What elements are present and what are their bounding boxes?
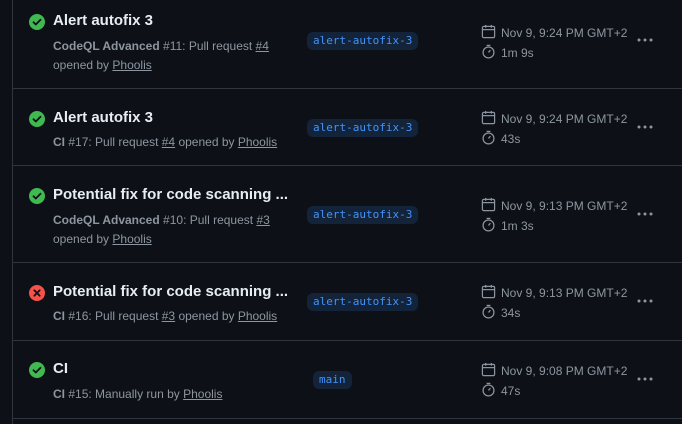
branch-label[interactable]: alert-autofix-3: [307, 293, 419, 311]
success-check-icon: [29, 188, 45, 204]
run-duration: 1m 9s: [501, 46, 534, 60]
run-subtitle: CodeQL Advanced #11: Pull request #4 ope…: [53, 37, 273, 75]
workflow-run-row[interactable]: Potential fix for code scanning ... CI #…: [13, 263, 682, 341]
trigger-text: : Manually run by: [88, 387, 184, 401]
run-subtitle: CI #16: Pull request #3 opened by Phooli…: [53, 307, 293, 326]
pull-request-link[interactable]: #3: [162, 309, 175, 323]
run-meta: Nov 9, 9:24 PM GMT+2 1m 9s: [481, 23, 627, 63]
workflow-run-row[interactable]: Alert autofix 3 CI #17: Pull request #4 …: [13, 89, 682, 166]
workflow-name: CI: [53, 135, 65, 149]
run-title-link[interactable]: Potential fix for code scanning ...: [53, 283, 293, 300]
run-duration: 47s: [501, 384, 521, 398]
stopwatch-icon: [481, 304, 501, 322]
run-meta: Nov 9, 9:08 PM GMT+2 47s: [481, 361, 627, 401]
stopwatch-icon: [481, 382, 501, 400]
actor-link[interactable]: Phoolis: [112, 58, 151, 72]
kebab-menu-icon[interactable]: [633, 369, 657, 389]
kebab-menu-icon[interactable]: [633, 30, 657, 50]
run-subtitle: CI #17: Pull request #4 opened by Phooli…: [53, 133, 293, 152]
calendar-icon: [481, 284, 501, 302]
branch-label[interactable]: alert-autofix-3: [307, 206, 419, 224]
trigger-text: : Pull request: [88, 135, 162, 149]
kebab-menu-icon[interactable]: [633, 117, 657, 137]
calendar-icon: [481, 197, 501, 215]
run-date: Nov 9, 9:13 PM GMT+2: [501, 286, 628, 300]
run-subtitle: CI #15: Manually run by Phoolis: [53, 385, 293, 404]
actor-link[interactable]: Phoolis: [183, 387, 222, 401]
actor-link[interactable]: Phoolis: [238, 135, 277, 149]
failure-x-icon: [29, 285, 45, 301]
run-title-link[interactable]: Alert autofix 3: [53, 12, 293, 29]
actor-link[interactable]: Phoolis: [112, 232, 151, 246]
branch-label[interactable]: alert-autofix-3: [307, 119, 419, 137]
success-check-icon: [29, 111, 45, 127]
actor-link[interactable]: Phoolis: [238, 309, 277, 323]
run-duration: 1m 3s: [501, 219, 534, 233]
run-date: Nov 9, 9:24 PM GMT+2: [501, 112, 628, 126]
stopwatch-icon: [481, 44, 501, 62]
workflow-runs-list: Alert autofix 3 CodeQL Advanced #11: Pul…: [12, 0, 682, 424]
run-title-link[interactable]: CI: [53, 360, 293, 377]
branch-label[interactable]: alert-autofix-3: [307, 32, 419, 50]
run-meta: Nov 9, 9:24 PM GMT+2 43s: [481, 109, 627, 149]
stopwatch-icon: [481, 130, 501, 148]
run-date: Nov 9, 9:13 PM GMT+2: [501, 199, 628, 213]
run-number: #15: [68, 387, 89, 401]
workflow-name: CI: [53, 387, 65, 401]
stopwatch-icon: [481, 217, 501, 235]
kebab-menu-icon[interactable]: [633, 291, 657, 311]
workflow-run-row[interactable]: Alert autofix 3 CodeQL Advanced #11: Pul…: [13, 0, 682, 89]
run-number: #11: [163, 39, 183, 53]
run-meta: Nov 9, 9:13 PM GMT+2 34s: [481, 283, 627, 323]
run-duration: 43s: [501, 132, 521, 146]
run-duration: 34s: [501, 306, 521, 320]
kebab-menu-icon[interactable]: [633, 204, 657, 224]
trigger-text: : Pull request: [183, 213, 257, 227]
run-date: Nov 9, 9:08 PM GMT+2: [501, 364, 628, 378]
run-title-link[interactable]: Potential fix for code scanning ...: [53, 186, 293, 203]
branch-label[interactable]: main: [313, 371, 352, 389]
calendar-icon: [481, 362, 501, 380]
trigger-text: : Pull request: [88, 309, 162, 323]
run-subtitle: CodeQL Advanced #10: Pull request #3 ope…: [53, 211, 273, 249]
run-number: #17: [68, 135, 89, 149]
trigger-text: : Pull request: [182, 39, 256, 53]
success-check-icon: [29, 362, 45, 378]
run-number: #16: [68, 309, 89, 323]
run-title-link[interactable]: Alert autofix 3: [53, 109, 293, 126]
workflow-name: CodeQL Advanced: [53, 39, 160, 53]
workflow-name: CodeQL Advanced: [53, 213, 160, 227]
pull-request-link[interactable]: #4: [162, 135, 175, 149]
pull-request-link[interactable]: #4: [256, 39, 269, 53]
workflow-name: CI: [53, 309, 65, 323]
trigger-text-2: opened by: [53, 58, 113, 72]
trigger-text-2: opened by: [175, 309, 238, 323]
success-check-icon: [29, 14, 45, 30]
trigger-text-2: opened by: [53, 232, 113, 246]
calendar-icon: [481, 110, 501, 128]
run-date: Nov 9, 9:24 PM GMT+2: [501, 26, 628, 40]
workflow-run-row[interactable]: Potential fix for code scanning ... Code…: [13, 166, 682, 263]
run-meta: Nov 9, 9:13 PM GMT+2 1m 3s: [481, 196, 627, 236]
trigger-text-2: opened by: [175, 135, 238, 149]
workflow-run-row[interactable]: CI CI #15: Manually run by Phoolis main …: [13, 341, 682, 419]
pull-request-link[interactable]: #3: [256, 213, 269, 227]
calendar-icon: [481, 24, 501, 42]
run-number: #10: [163, 213, 184, 227]
